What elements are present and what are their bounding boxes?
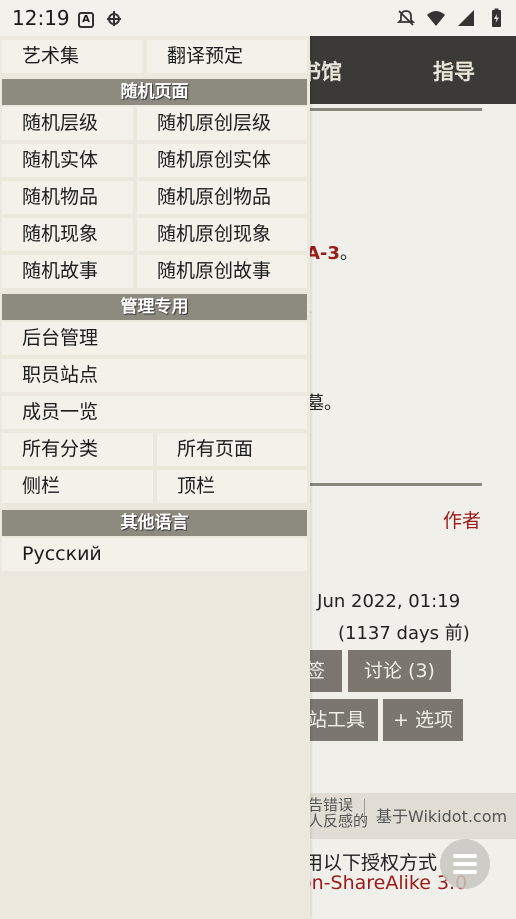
drawer-item-random-original-level[interactable]: 随机原创层级 [137, 107, 307, 140]
drawer-item-translation-reserve[interactable]: 翻译预定 [147, 40, 307, 73]
footer-wikidot-link[interactable]: 基于Wikidot.com [376, 803, 507, 827]
status-time: 12:19 [12, 6, 70, 30]
drawer-item-random-phenomenon[interactable]: 随机现象 [2, 218, 133, 251]
drawer-item-sidebar[interactable]: 侧栏 [2, 470, 153, 503]
bug-icon [104, 8, 124, 31]
drawer-item-random-entity[interactable]: 随机实体 [2, 144, 133, 177]
drawer-item-topbar[interactable]: 顶栏 [157, 470, 307, 503]
page-date: 7 Jun 2022, 01:19 [300, 591, 461, 612]
drawer-item-art[interactable]: 艺术集 [2, 40, 142, 73]
drawer-item-random-object[interactable]: 随机物品 [2, 181, 133, 214]
text-fragment: A-3。 [306, 243, 358, 264]
drawer-item-language-russian[interactable]: Русский [2, 538, 307, 571]
drawer-item-member-list[interactable]: 成员一览 [2, 396, 307, 429]
battery-charging-icon [492, 8, 501, 27]
side-drawer: 艺术集 翻译预定 随机页面 随机层级 随机原创层级 随机实体 随机原创实体 随机… [0, 36, 310, 919]
drawer-item-random-original-story[interactable]: 随机原创故事 [137, 255, 307, 288]
red-link-fragment[interactable]: A-3 [306, 243, 340, 264]
wifi-icon [427, 11, 445, 26]
a-box-icon: A [78, 11, 94, 28]
drawer-item-all-categories[interactable]: 所有分类 [2, 433, 153, 466]
divider [310, 108, 482, 111]
notifications-off-icon [396, 10, 416, 26]
drawer-item-admin-panel[interactable]: 后台管理 [2, 322, 307, 355]
menu-fab-button[interactable] [440, 839, 490, 889]
nav-guide[interactable]: 指导 [433, 56, 475, 86]
days-ago: (1137 days 前) [338, 623, 470, 644]
drawer-item-all-pages[interactable]: 所有页面 [157, 433, 307, 466]
footer-report-link[interactable]: 告错误 人反感的 [308, 797, 368, 829]
menu-icon [453, 854, 477, 858]
drawer-item-random-original-entity[interactable]: 随机原创实体 [137, 144, 307, 177]
footer-bar: 告错误 人反感的 基于Wikidot.com [300, 793, 516, 839]
discuss-button[interactable]: 讨论 (3) [348, 650, 451, 692]
drawer-item-staff-site[interactable]: 职员站点 [2, 359, 307, 392]
divider [310, 483, 482, 486]
signal-icon [458, 10, 474, 26]
status-bar: 12:19 A [0, 0, 516, 36]
drawer-item-random-original-object[interactable]: 随机原创物品 [137, 181, 307, 214]
section-header-admin: 管理专用 [2, 294, 307, 320]
drawer-item-random-original-phenomenon[interactable]: 随机原创现象 [137, 218, 307, 251]
section-header-languages: 其他语言 [2, 510, 307, 536]
text-fragment: 墓。 [306, 393, 342, 414]
site-tools-button[interactable]: 站工具 [300, 699, 378, 741]
footer-separator [364, 799, 365, 823]
drawer-item-random-story[interactable]: 随机故事 [2, 255, 133, 288]
section-header-random: 随机页面 [2, 79, 307, 105]
license-text: 用以下授权方式 [304, 852, 438, 874]
author-label[interactable]: 作者 [443, 506, 481, 533]
drawer-item-random-level[interactable]: 随机层级 [2, 107, 133, 140]
options-button[interactable]: + 选项 [383, 699, 463, 741]
